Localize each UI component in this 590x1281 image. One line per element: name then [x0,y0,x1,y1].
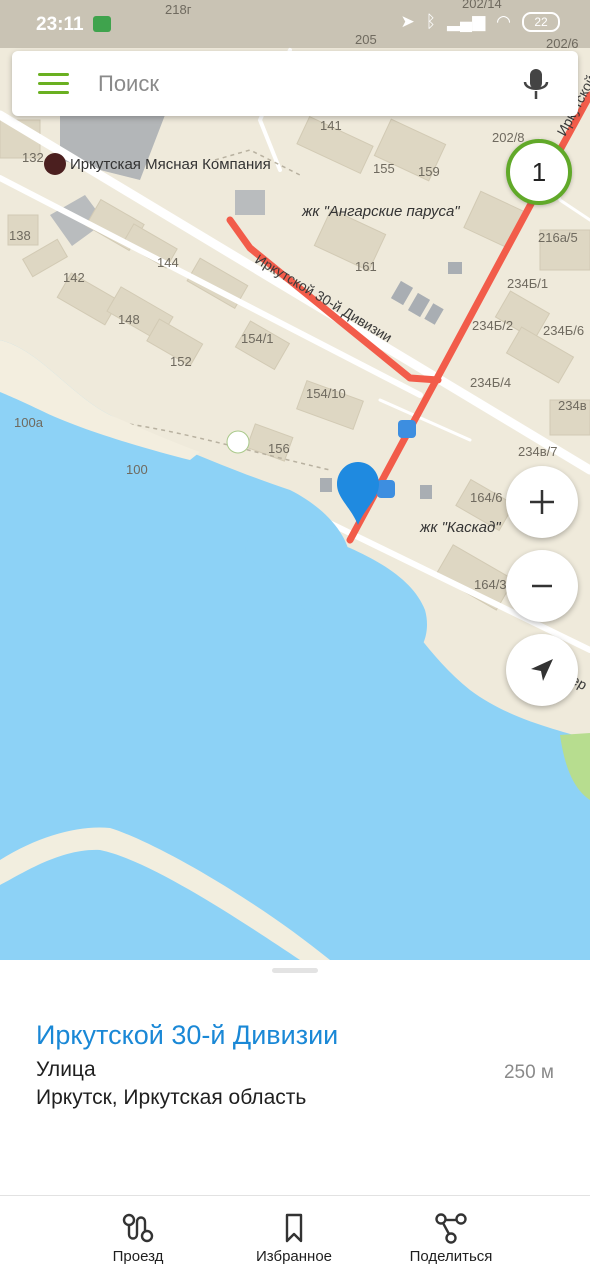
map-label-155: 155 [373,161,395,176]
bookmark-icon [277,1212,311,1244]
search-input[interactable] [96,61,490,107]
map-label-148: 148 [118,312,140,327]
route-button[interactable]: Проезд [63,1212,213,1265]
favorites-button[interactable]: Избранное [219,1212,369,1265]
bottom-action-bar: Проезд Избранное Поделиться [0,1195,590,1281]
map-canvas[interactable]: 218г 205 202/14 202/6 141 155 159 202/8 … [0,0,590,960]
map-label-myasnaya: Иркутская Мясная Компания [70,156,271,173]
place-title[interactable]: Иркутской 30-й Дивизии [36,1020,338,1051]
map-label-234v: 234в [558,398,587,413]
map-label-152: 152 [170,354,192,369]
map-label-234v7: 234в/7 [518,444,557,459]
favorites-button-label: Избранное [219,1248,369,1265]
place-distance: 250 м [504,1062,554,1084]
map-label-164-6: 164/6 [470,490,503,505]
map-label-141: 141 [320,118,342,133]
share-icon [434,1212,468,1244]
place-type: Улица [36,1058,96,1082]
share-button[interactable]: Поделиться [376,1212,526,1265]
map-label-142: 142 [63,270,85,285]
map-label-156: 156 [268,441,290,456]
map-label-132: 132 [22,150,44,165]
map-label-154-1: 154/1 [241,331,274,346]
my-location-button[interactable] [506,634,578,706]
signal-icon: ▂▄▆ [447,12,485,32]
route-badge[interactable]: 1 [506,139,572,205]
map-view[interactable]: 218г 205 202/14 202/6 141 155 159 202/8 … [0,0,590,960]
map-label-100a: 100а [14,415,44,430]
map-label-angarskie: жк "Ангарские паруса" [301,203,460,220]
notification-app-icon [93,16,111,32]
status-bar: 23:11 ➤ ᛒ ▂▄▆ ◠ 22 [0,0,590,48]
zoom-in-button[interactable] [506,466,578,538]
plus-icon [527,487,557,517]
map-label-159: 159 [418,164,440,179]
map-label-216a5: 216а/5 [538,230,578,245]
bluetooth-icon: ᛒ [426,12,436,32]
map-label-161: 161 [355,259,377,274]
map-label-138: 138 [9,228,31,243]
map-label-234b1: 234Б/1 [507,276,548,291]
share-button-label: Поделиться [376,1248,526,1265]
map-label-154-10: 154/10 [306,386,346,401]
map-label-144: 144 [157,255,179,270]
menu-icon[interactable] [38,73,70,95]
place-card[interactable]: Иркутской 30-й Дивизии Улица 250 м Иркут… [0,960,590,1195]
zoom-out-button[interactable] [506,550,578,622]
map-label-234b2: 234Б/2 [472,318,513,333]
status-time: 23:11 [36,14,84,36]
route-icon [121,1212,155,1244]
navigation-arrow-icon [527,655,557,685]
microphone-icon[interactable] [520,67,552,101]
place-address: Иркутск, Иркутская область [36,1086,306,1110]
battery-indicator: 22 [522,12,560,32]
sheet-handle[interactable] [272,968,318,973]
map-label-202-8: 202/8 [492,130,525,145]
minus-icon [527,571,557,601]
map-label-234b6: 234Б/6 [543,323,584,338]
route-button-label: Проезд [63,1248,213,1265]
location-icon: ➤ [401,12,415,32]
map-label-kaskad: жк "Каскад" [419,519,501,536]
search-bar [12,51,578,116]
map-label-164-3: 164/3 [474,577,507,592]
wifi-icon: ◠ [496,12,511,32]
map-label-234b4: 234Б/4 [470,375,511,390]
map-label-100: 100 [126,462,148,477]
